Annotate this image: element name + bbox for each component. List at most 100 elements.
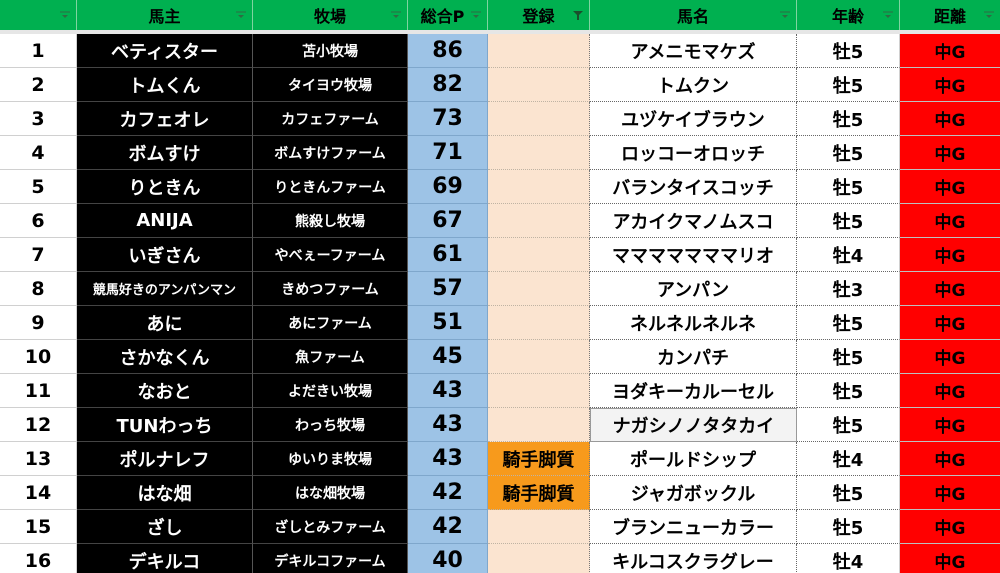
- registration-cell[interactable]: [488, 170, 590, 204]
- header-owner[interactable]: 馬主: [77, 0, 253, 30]
- registration-cell[interactable]: [488, 68, 590, 102]
- age-cell[interactable]: 牡4: [797, 442, 900, 476]
- distance-cell[interactable]: 中G: [900, 102, 1000, 136]
- farm-cell[interactable]: やべぇーファーム: [253, 238, 408, 272]
- farm-cell[interactable]: 熊殺し牧場: [253, 204, 408, 238]
- age-cell[interactable]: 牡5: [797, 476, 900, 510]
- points-cell[interactable]: 51: [408, 306, 488, 340]
- horse-cell[interactable]: ユヅケイブラウン: [590, 102, 797, 136]
- header-registration[interactable]: 登録: [488, 0, 590, 30]
- owner-cell[interactable]: デキルコ: [77, 544, 253, 573]
- owner-cell[interactable]: TUNわっち: [77, 408, 253, 442]
- points-cell[interactable]: 73: [408, 102, 488, 136]
- age-cell[interactable]: 牡5: [797, 68, 900, 102]
- header-farm[interactable]: 牧場: [253, 0, 408, 30]
- farm-cell[interactable]: ざしとみファーム: [253, 510, 408, 544]
- owner-cell[interactable]: なおと: [77, 374, 253, 408]
- registration-cell[interactable]: 騎手脚質: [488, 442, 590, 476]
- registration-cell[interactable]: 騎手脚質: [488, 476, 590, 510]
- age-cell[interactable]: 牡5: [797, 340, 900, 374]
- owner-cell[interactable]: ボムすけ: [77, 136, 253, 170]
- header-distance[interactable]: 距離: [900, 0, 1000, 30]
- farm-cell[interactable]: ボムすけファーム: [253, 136, 408, 170]
- rank-cell[interactable]: 6: [0, 204, 77, 238]
- rank-cell[interactable]: 9: [0, 306, 77, 340]
- owner-cell[interactable]: ざし: [77, 510, 253, 544]
- farm-cell[interactable]: わっち牧場: [253, 408, 408, 442]
- horse-cell[interactable]: バランタイスコッチ: [590, 170, 797, 204]
- rank-cell[interactable]: 5: [0, 170, 77, 204]
- registration-cell[interactable]: [488, 102, 590, 136]
- horse-cell[interactable]: アカイクマノムスコ: [590, 204, 797, 238]
- owner-cell[interactable]: さかなくん: [77, 340, 253, 374]
- owner-cell[interactable]: 競馬好きのアンパンマン: [77, 272, 253, 306]
- points-cell[interactable]: 42: [408, 476, 488, 510]
- horse-cell[interactable]: ロッコーオロッチ: [590, 136, 797, 170]
- distance-cell[interactable]: 中G: [900, 68, 1000, 102]
- farm-cell[interactable]: ゆいりま牧場: [253, 442, 408, 476]
- age-cell[interactable]: 牡4: [797, 238, 900, 272]
- header-horse[interactable]: 馬名: [590, 0, 797, 30]
- farm-cell[interactable]: あにファーム: [253, 306, 408, 340]
- distance-cell[interactable]: 中G: [900, 510, 1000, 544]
- points-cell[interactable]: 42: [408, 510, 488, 544]
- age-cell[interactable]: 牡5: [797, 170, 900, 204]
- distance-cell[interactable]: 中G: [900, 272, 1000, 306]
- rank-cell[interactable]: 8: [0, 272, 77, 306]
- points-cell[interactable]: 40: [408, 544, 488, 573]
- owner-cell[interactable]: カフェオレ: [77, 102, 253, 136]
- header-rank[interactable]: [0, 0, 77, 30]
- rank-cell[interactable]: 15: [0, 510, 77, 544]
- distance-cell[interactable]: 中G: [900, 476, 1000, 510]
- age-cell[interactable]: 牡5: [797, 102, 900, 136]
- distance-cell[interactable]: 中G: [900, 442, 1000, 476]
- farm-cell[interactable]: りときんファーム: [253, 170, 408, 204]
- age-cell[interactable]: 牡4: [797, 544, 900, 573]
- owner-cell[interactable]: はな畑: [77, 476, 253, 510]
- rank-cell[interactable]: 12: [0, 408, 77, 442]
- horse-cell[interactable]: キルコスクラグレー: [590, 544, 797, 573]
- age-cell[interactable]: 牡3: [797, 272, 900, 306]
- age-cell[interactable]: 牡5: [797, 34, 900, 68]
- owner-cell[interactable]: ベティスター: [77, 34, 253, 68]
- age-cell[interactable]: 牡5: [797, 408, 900, 442]
- distance-cell[interactable]: 中G: [900, 136, 1000, 170]
- distance-cell[interactable]: 中G: [900, 374, 1000, 408]
- owner-cell[interactable]: りときん: [77, 170, 253, 204]
- points-cell[interactable]: 43: [408, 408, 488, 442]
- farm-cell[interactable]: 苫小牧場: [253, 34, 408, 68]
- points-cell[interactable]: 71: [408, 136, 488, 170]
- owner-cell[interactable]: トムくん: [77, 68, 253, 102]
- filter-dropdown-icon[interactable]: [881, 8, 895, 22]
- header-age[interactable]: 年齢: [797, 0, 900, 30]
- horse-cell[interactable]: アメニモマケズ: [590, 34, 797, 68]
- rank-cell[interactable]: 10: [0, 340, 77, 374]
- horse-cell[interactable]: マママママママリオ: [590, 238, 797, 272]
- age-cell[interactable]: 牡5: [797, 510, 900, 544]
- owner-cell[interactable]: あに: [77, 306, 253, 340]
- rank-cell[interactable]: 7: [0, 238, 77, 272]
- age-cell[interactable]: 牡5: [797, 136, 900, 170]
- points-cell[interactable]: 45: [408, 340, 488, 374]
- registration-cell[interactable]: [488, 544, 590, 573]
- horse-cell[interactable]: ヨダキーカルーセル: [590, 374, 797, 408]
- horse-cell[interactable]: ナガシノノタタカイ: [590, 408, 797, 442]
- filter-dropdown-icon[interactable]: [469, 8, 483, 22]
- registration-cell[interactable]: [488, 340, 590, 374]
- points-cell[interactable]: 61: [408, 238, 488, 272]
- registration-cell[interactable]: [488, 374, 590, 408]
- horse-cell[interactable]: カンパチ: [590, 340, 797, 374]
- horse-cell[interactable]: ネルネルネルネ: [590, 306, 797, 340]
- owner-cell[interactable]: ポルナレフ: [77, 442, 253, 476]
- registration-cell[interactable]: [488, 204, 590, 238]
- rank-cell[interactable]: 13: [0, 442, 77, 476]
- farm-cell[interactable]: 魚ファーム: [253, 340, 408, 374]
- age-cell[interactable]: 牡5: [797, 374, 900, 408]
- registration-cell[interactable]: [488, 306, 590, 340]
- rank-cell[interactable]: 4: [0, 136, 77, 170]
- filter-dropdown-icon[interactable]: [58, 8, 72, 22]
- rank-cell[interactable]: 1: [0, 34, 77, 68]
- distance-cell[interactable]: 中G: [900, 340, 1000, 374]
- registration-cell[interactable]: [488, 510, 590, 544]
- registration-cell[interactable]: [488, 136, 590, 170]
